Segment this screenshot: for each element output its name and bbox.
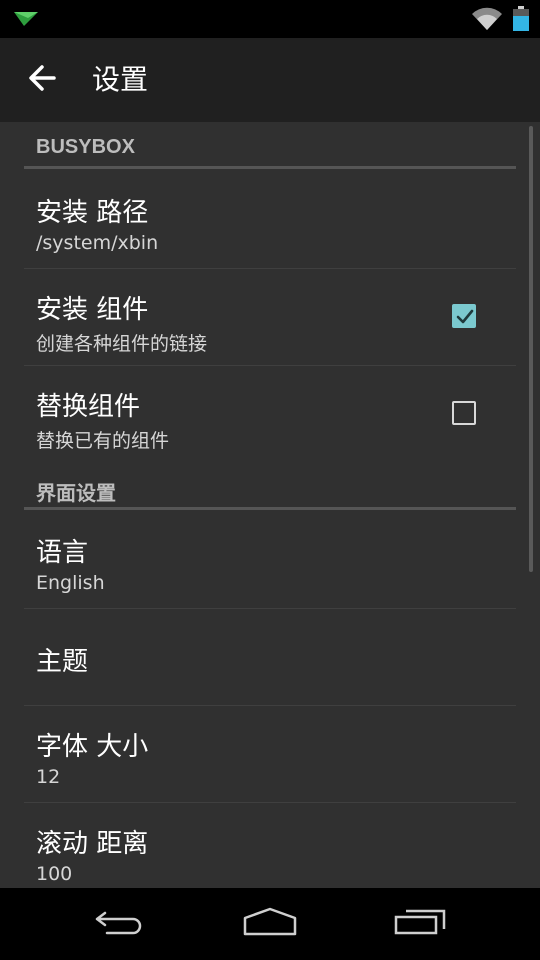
status-bar — [0, 0, 540, 38]
nav-recents-button[interactable] — [380, 904, 460, 944]
pref-title: 字体 大小 — [36, 732, 149, 762]
install-applets-checkbox[interactable] — [452, 304, 476, 328]
pref-scroll-distance[interactable]: 滚动 距离 100 — [24, 803, 516, 888]
replace-applets-checkbox[interactable] — [452, 401, 476, 425]
checkmark-icon — [456, 309, 474, 324]
pref-title: 替换组件 — [36, 392, 141, 422]
pref-install-applets[interactable]: 安装 组件 创建各种组件的链接 — [24, 269, 516, 366]
page-title: 设置 — [92, 63, 149, 96]
pref-summary: 替换已有的组件 — [36, 430, 170, 452]
section-title: BUSYBOX — [36, 136, 135, 158]
pref-font-size[interactable]: 字体 大小 12 — [24, 706, 516, 803]
nav-home-icon — [241, 906, 299, 942]
pref-install-path[interactable]: 安装 路径 /system/xbin — [24, 172, 516, 269]
wifi-icon — [470, 6, 504, 36]
app-notification-icon — [12, 10, 40, 32]
pref-summary: 创建各种组件的链接 — [36, 333, 208, 355]
pref-summary: 100 — [36, 863, 73, 885]
navigation-bar — [0, 888, 540, 960]
pref-title: 主题 — [36, 647, 89, 677]
section-header-interface: 界面设置 — [24, 467, 516, 510]
pref-replace-applets[interactable]: 替换组件 替换已有的组件 — [24, 366, 516, 462]
arrow-left-icon — [28, 65, 56, 95]
section-title: 界面设置 — [36, 483, 116, 505]
battery-icon — [512, 6, 530, 36]
pref-title: 语言 — [36, 538, 89, 568]
section-header-busybox: BUSYBOX — [24, 126, 516, 169]
pref-theme[interactable]: 主题 — [24, 609, 516, 706]
pref-summary: /system/xbin — [36, 232, 159, 254]
nav-home-button[interactable] — [230, 904, 310, 944]
nav-back-button[interactable] — [80, 904, 160, 944]
pref-language[interactable]: 语言 English — [24, 512, 516, 609]
back-button[interactable] — [18, 58, 66, 102]
pref-summary: English — [36, 572, 105, 594]
pref-title: 安装 路径 — [36, 198, 149, 228]
pref-title: 安装 组件 — [36, 295, 149, 325]
action-bar: 设置 — [0, 38, 540, 122]
pref-title: 滚动 距离 — [36, 829, 149, 859]
nav-back-icon — [93, 907, 147, 941]
scrollbar[interactable] — [529, 126, 533, 572]
nav-recents-icon — [392, 907, 448, 941]
settings-list[interactable]: BUSYBOX 安装 路径 /system/xbin 安装 组件 创建各种组件的… — [0, 122, 540, 888]
pref-summary: 12 — [36, 766, 61, 788]
